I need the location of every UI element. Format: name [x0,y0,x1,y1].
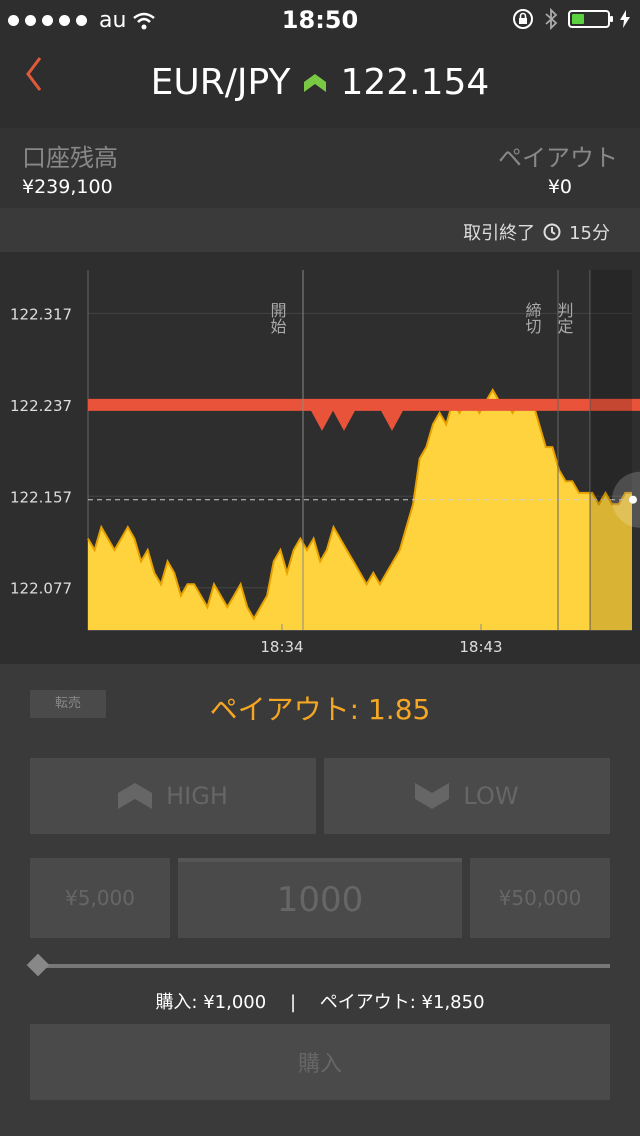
purchase-summary: 購入: ¥1,000 | ペイアウト: ¥1,850 [0,988,640,1014]
y-tick-label: 122.077 [10,580,72,598]
payout-label: ペイアウト [498,144,618,172]
charging-icon [620,10,630,28]
buy-button[interactable]: 購入 [30,1024,610,1100]
battery-icon [568,10,613,28]
balance-label: 口座残高 [22,144,118,172]
high-label: HIGH [166,782,228,810]
drag-handle-dot [629,495,637,504]
page-title: EUR/JPY 122.154 [0,62,640,103]
arrow-up-icon [118,783,153,809]
y-tick-label: 122.157 [10,488,72,506]
price-chart[interactable]: 122.317 122.237 122.157 122.077 開始 締切 判定 18:34 1… [0,252,640,664]
payout-value: ¥0 [547,176,572,198]
amount-preset-50000[interactable]: ¥50,000 [470,858,610,938]
status-bar: au 18:50 [0,0,640,40]
amount-input[interactable]: 1000 [178,858,462,938]
current-rate: 122.154 [340,62,490,103]
amount-slider-thumb[interactable] [26,953,50,977]
payout-amount: ペイアウト: ¥1,850 [319,992,485,1013]
status-right [512,8,630,30]
high-button[interactable]: HIGH [30,758,316,834]
arrow-down-icon [415,783,450,809]
clock-icon [543,223,561,241]
marker-label: 開始 [268,302,287,334]
low-button[interactable]: LOW [324,758,610,834]
trade-time-bar: 取引終了 15分 [0,208,640,253]
y-tick-label: 122.317 [10,305,72,323]
balance-value: ¥239,100 [22,176,113,198]
marker-label: 判定 [555,302,574,334]
rotation-lock-icon [513,9,533,29]
y-tick-label: 122.237 [10,397,72,415]
marker-label: 締切 [523,302,542,334]
purchase-amount: 購入: ¥1,000 [155,992,267,1013]
currency-pair: EUR/JPY [150,62,291,103]
payout-rate: ペイアウト: 1.85 [209,693,431,726]
bluetooth-icon [545,8,558,30]
judgment-zone [590,270,632,630]
x-tick-label: 18:34 [260,638,303,656]
trade-end-info: 取引終了 15分 [463,219,610,245]
x-tick-label: 18:43 [459,638,502,656]
trade-duration: 15分 [569,223,610,244]
amount-slider-track[interactable] [40,964,610,968]
account-summary: 口座残高 ペイアウト ¥239,100 ¥0 [0,128,640,208]
summary-separator: | [289,992,297,1013]
strike-line [88,398,640,411]
trend-up-icon [304,73,327,92]
trade-controls: 転売 ペイアウト: 1.85 HIGH LOW ¥5,000 1000 ¥50,… [0,664,640,1136]
chart-svg: 122.317 122.237 122.157 122.077 開始 締切 判定 18:34 1… [10,270,640,656]
app-header: EUR/JPY 122.154 [0,40,640,128]
trade-end-label: 取引終了 [463,223,536,244]
low-label: LOW [463,782,519,810]
amount-preset-5000[interactable]: ¥5,000 [30,858,170,938]
